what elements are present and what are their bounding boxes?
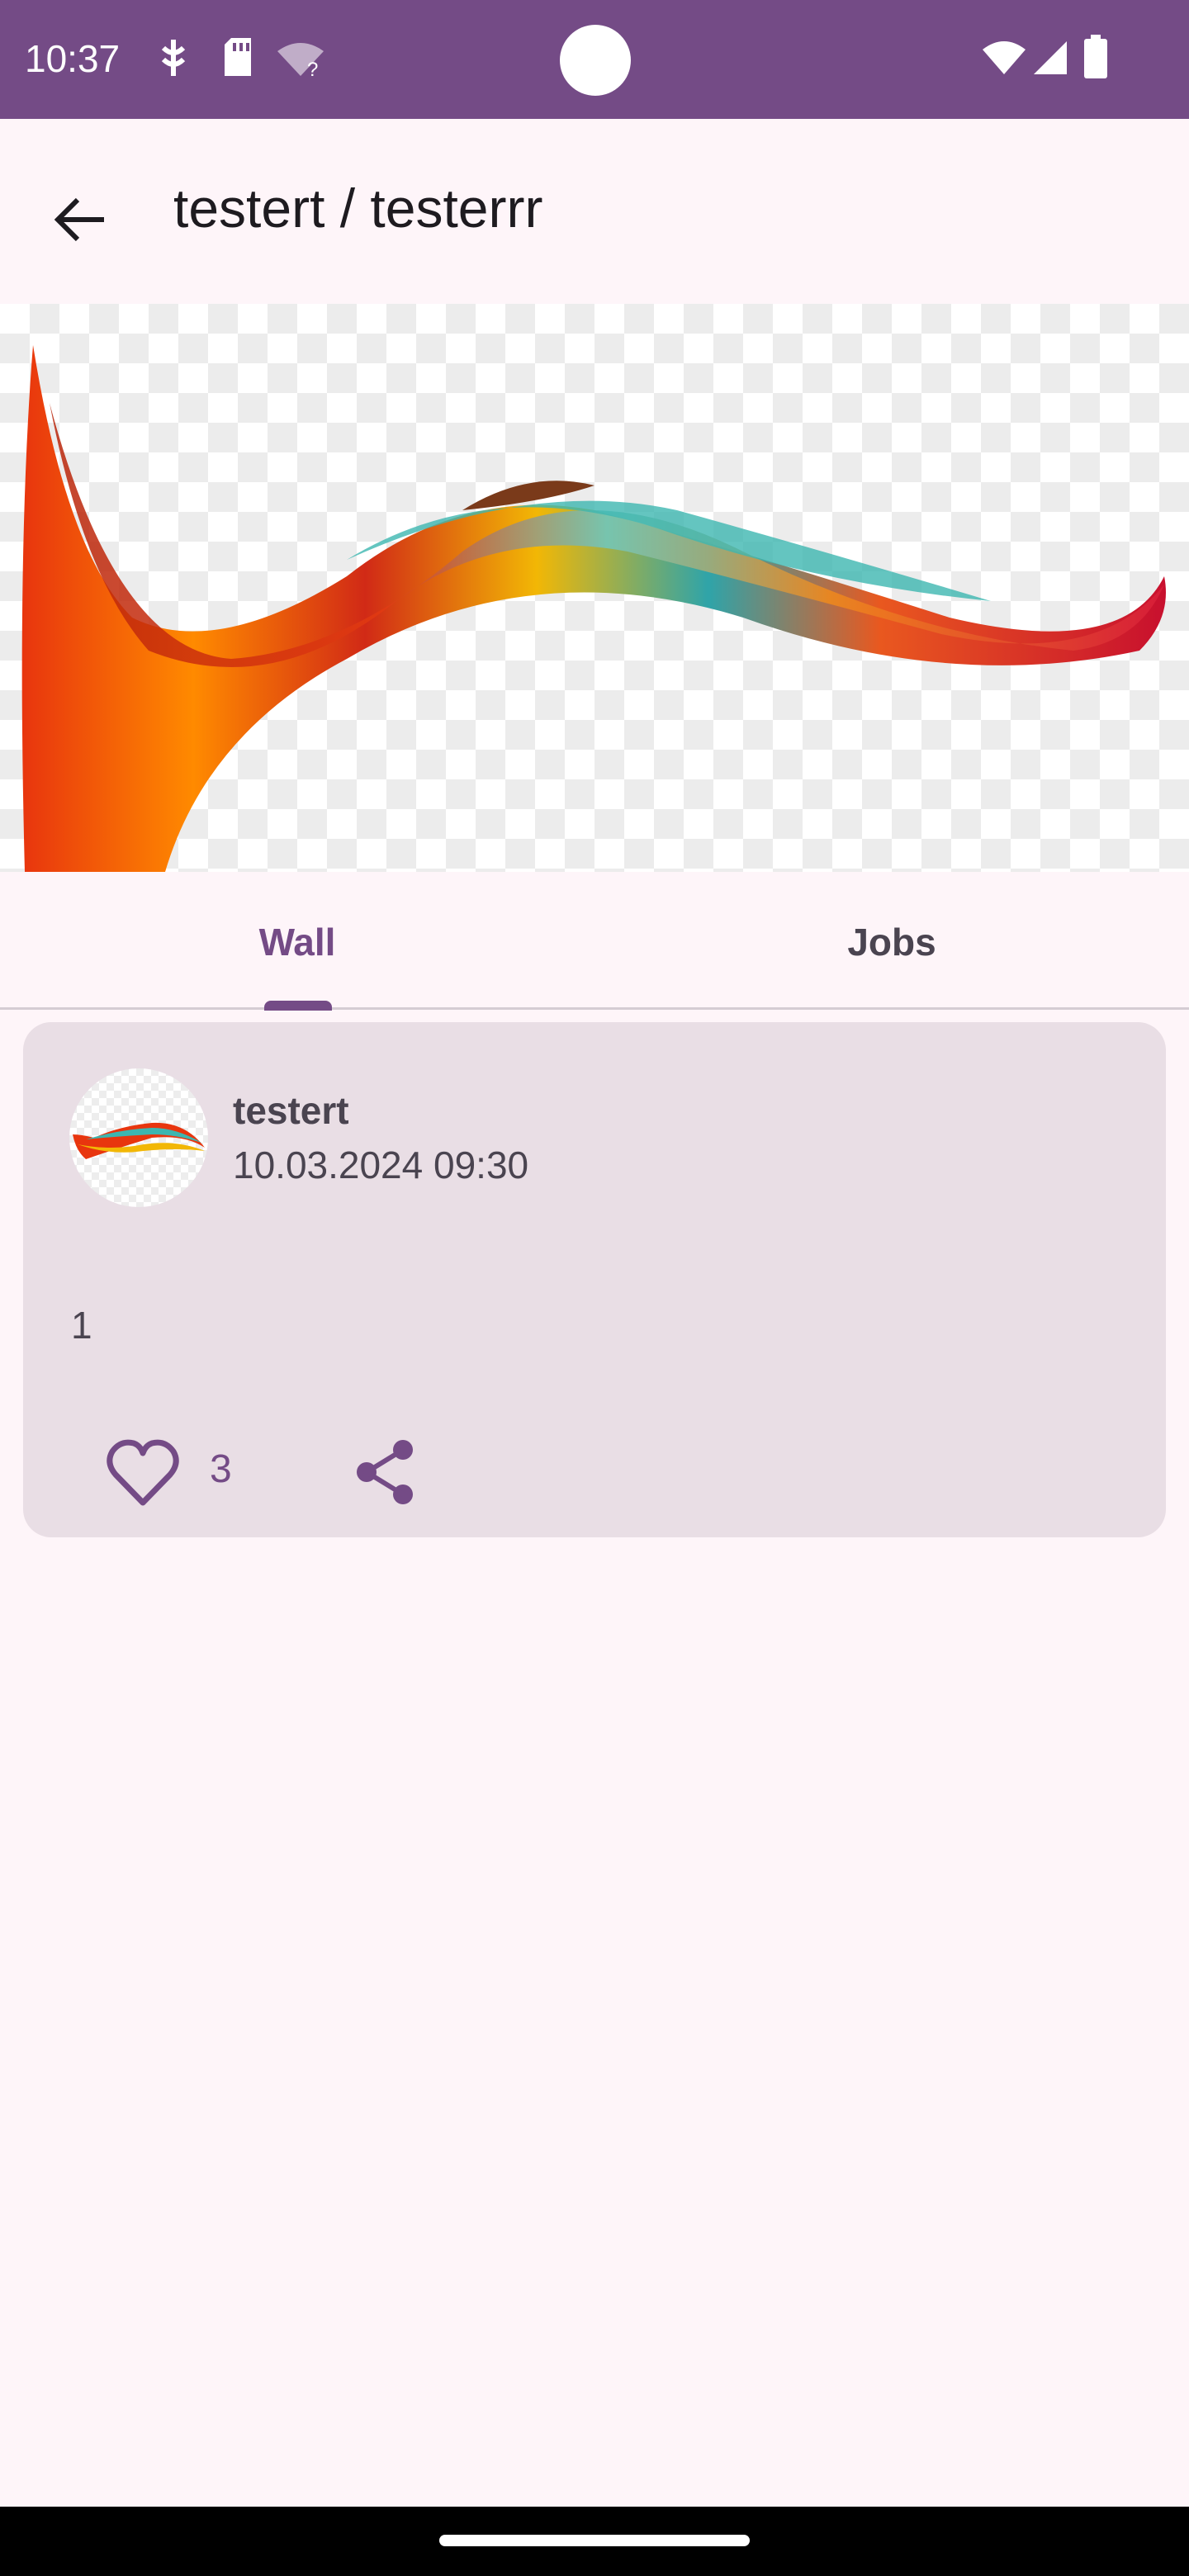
colorful-wave-image xyxy=(0,304,1189,872)
wifi-icon xyxy=(981,40,1027,80)
like-count: 3 xyxy=(210,1447,232,1491)
wifi-question-icon: ? xyxy=(276,41,325,82)
app-bar: testert / testerrr xyxy=(0,119,1189,304)
tab-indicator xyxy=(264,1001,332,1011)
signal-icon xyxy=(1032,40,1068,80)
navigation-bar xyxy=(0,2507,1189,2576)
svg-text:?: ? xyxy=(307,59,318,78)
tab-wall[interactable]: Wall xyxy=(0,872,594,1007)
camera-cutout xyxy=(560,25,631,96)
post-author: testert xyxy=(233,1089,349,1132)
arrow-back-icon[interactable] xyxy=(46,185,116,254)
tab-jobs[interactable]: Jobs xyxy=(594,872,1189,1007)
heart-outline-icon[interactable] xyxy=(102,1432,183,1513)
post-content: 1 xyxy=(71,1304,92,1347)
gesture-handle[interactable] xyxy=(439,2535,750,2546)
avatar[interactable] xyxy=(69,1068,208,1207)
post-date: 10.03.2024 09:30 xyxy=(233,1144,529,1186)
status-bar: 10:37 ? xyxy=(0,0,1189,119)
tab-bar: Wall Jobs xyxy=(0,872,1189,1010)
share-icon[interactable] xyxy=(350,1437,421,1508)
post-card[interactable]: testert 10.03.2024 09:30 1 3 xyxy=(23,1022,1166,1537)
battery-icon xyxy=(1083,35,1108,83)
page-title: testert / testerrr xyxy=(173,178,543,239)
sd-card-icon xyxy=(221,36,254,82)
status-time: 10:37 xyxy=(25,37,121,80)
usb-debug-icon xyxy=(157,36,190,83)
